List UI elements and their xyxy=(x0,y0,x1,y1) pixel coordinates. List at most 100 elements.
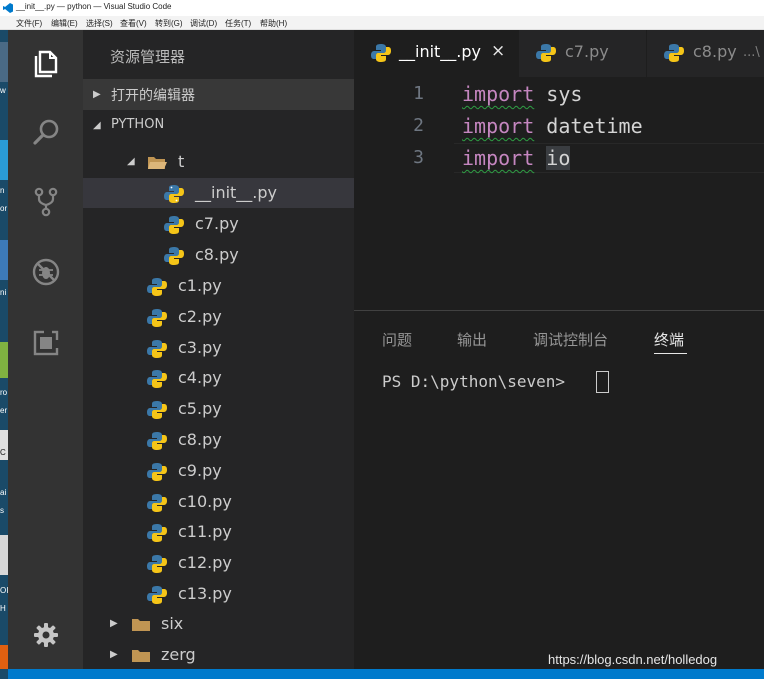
file-c11-py[interactable]: c11.py xyxy=(83,517,354,547)
file-name: c4.py xyxy=(178,368,222,388)
watermark-text: https://blog.csdn.net/holledog xyxy=(548,652,718,667)
python-file-icon xyxy=(147,555,167,574)
tab-c7-py[interactable]: c7.py xyxy=(518,30,646,77)
desktop-label: s xyxy=(0,506,4,515)
python-file-icon xyxy=(147,586,167,604)
open-editors-section[interactable]: ▶ 打开的编辑器 xyxy=(83,79,354,110)
line-number: 1 xyxy=(413,83,424,104)
code-editor[interactable]: 1 import sys 2 import datetime 3 import … xyxy=(354,77,764,310)
module-token: io xyxy=(546,146,571,170)
terminal-cursor xyxy=(596,371,609,393)
activity-bar xyxy=(8,30,83,669)
menu-edit[interactable]: 编辑(E) xyxy=(51,18,78,29)
file-c9-py[interactable]: c9.py xyxy=(83,456,354,486)
code-line[interactable]: import io xyxy=(462,146,571,170)
file-c3-py[interactable]: c3.py xyxy=(83,333,354,363)
tab-terminal[interactable]: 终端 xyxy=(654,329,684,350)
menu-file[interactable]: 文件(F) xyxy=(16,18,42,29)
terminal-prompt[interactable]: PS D:\python\seven> xyxy=(382,372,565,391)
menu-go[interactable]: 转到(G) xyxy=(155,18,183,29)
python-file-icon xyxy=(147,462,167,481)
chevron-right-icon: ▶ xyxy=(110,618,118,629)
folder-icon xyxy=(132,619,150,631)
file-c12-py[interactable]: c12.py xyxy=(83,548,354,578)
chevron-right-icon: ▶ xyxy=(110,649,118,660)
python-file-icon xyxy=(147,401,167,420)
desktop-label: ro xyxy=(0,388,8,397)
file-name: c1.py xyxy=(178,276,222,295)
bottom-panel: 问题 输出 调试控制台 终端 PS D:\python\seven> https… xyxy=(354,310,764,669)
file-name: c10.py xyxy=(178,491,232,511)
tab-init-py[interactable]: __init__.py × xyxy=(354,30,518,77)
python-file-icon xyxy=(164,216,184,234)
desktop-icon-block xyxy=(0,342,8,378)
folder-name: six xyxy=(161,614,184,633)
desktop-label: or xyxy=(0,204,8,213)
code-line[interactable]: import datetime xyxy=(462,114,643,138)
menu-debug[interactable]: 调试(D) xyxy=(190,18,217,29)
file-c2-py[interactable]: c2.py xyxy=(83,302,354,332)
line-number: 2 xyxy=(413,115,424,136)
folder-six[interactable]: ▶ six xyxy=(83,609,354,639)
window-title-bar: __init__.py — python — Visual Studio Cod… xyxy=(0,0,764,16)
sidebar-title: 资源管理器 xyxy=(110,48,186,66)
file-name: c8.py xyxy=(178,430,222,449)
file-name: c3.py xyxy=(178,337,222,357)
python-file-icon xyxy=(164,247,184,265)
chevron-down-icon: ◢ xyxy=(93,120,101,131)
file-c5-py[interactable]: c5.py xyxy=(83,394,354,424)
source-control-icon[interactable] xyxy=(30,186,62,218)
status-bar xyxy=(8,669,764,679)
file-init-py[interactable]: __init__.py xyxy=(83,178,354,208)
folder-open-icon xyxy=(148,157,167,169)
file-name: c13.py xyxy=(178,584,232,603)
search-icon[interactable] xyxy=(30,116,62,148)
tab-debug-console[interactable]: 调试控制台 xyxy=(533,329,608,350)
file-c8-py[interactable]: c8.py xyxy=(83,240,354,270)
tab-c8-py[interactable]: c8.py ...\ xyxy=(646,30,764,77)
project-section[interactable]: ◢ PYTHON xyxy=(83,110,354,141)
explorer-icon[interactable] xyxy=(30,47,62,79)
debug-icon[interactable] xyxy=(30,256,62,288)
desktop-label: OI xyxy=(0,586,8,595)
settings-gear-icon[interactable] xyxy=(30,619,62,651)
desktop-icon-block xyxy=(0,140,8,180)
file-c10-py[interactable]: c10.py xyxy=(83,487,354,517)
folder-zerg[interactable]: ▶ zerg xyxy=(83,640,354,669)
code-line[interactable]: import sys xyxy=(462,82,582,106)
menu-view[interactable]: 查看(V) xyxy=(120,18,147,29)
file-c8-py[interactable]: c8.py xyxy=(83,425,354,455)
menu-help[interactable]: 帮助(H) xyxy=(260,18,287,29)
file-name: c2.py xyxy=(178,306,222,326)
desktop-label: C xyxy=(0,448,6,457)
module-token: datetime xyxy=(546,114,643,138)
menu-selection[interactable]: 选择(S) xyxy=(86,18,113,29)
python-file-icon xyxy=(371,44,391,62)
desktop-icon-block xyxy=(0,240,8,280)
file-c4-py[interactable]: c4.py xyxy=(83,363,354,393)
chevron-down-icon: ◢ xyxy=(127,156,135,167)
keyword-token: import xyxy=(462,146,535,170)
desktop-label: ai xyxy=(0,488,7,497)
folder-t[interactable]: ◢ t xyxy=(83,147,354,177)
tab-label: c7.py xyxy=(565,42,609,61)
active-tab-indicator xyxy=(654,353,687,354)
tab-output[interactable]: 输出 xyxy=(457,329,487,350)
file-c1-py[interactable]: c1.py xyxy=(83,271,354,301)
file-name: c12.py xyxy=(178,553,232,573)
module-token: sys xyxy=(546,82,583,106)
file-name: c11.py xyxy=(178,522,232,542)
tab-description: ...\ xyxy=(743,45,760,60)
folder-icon xyxy=(132,650,150,662)
file-c7-py[interactable]: c7.py xyxy=(83,209,354,239)
file-name: c9.py xyxy=(178,460,222,480)
python-file-icon xyxy=(164,185,184,203)
file-c13-py[interactable]: c13.py xyxy=(83,579,354,609)
extensions-icon[interactable] xyxy=(30,327,62,359)
close-icon[interactable]: × xyxy=(491,41,505,61)
menu-tasks[interactable]: 任务(T) xyxy=(225,18,251,29)
window-title: __init__.py — python — Visual Studio Cod… xyxy=(16,2,172,11)
desktop-label: H xyxy=(0,604,6,613)
tab-problems[interactable]: 问题 xyxy=(382,329,412,350)
keyword-token: import xyxy=(462,114,535,138)
